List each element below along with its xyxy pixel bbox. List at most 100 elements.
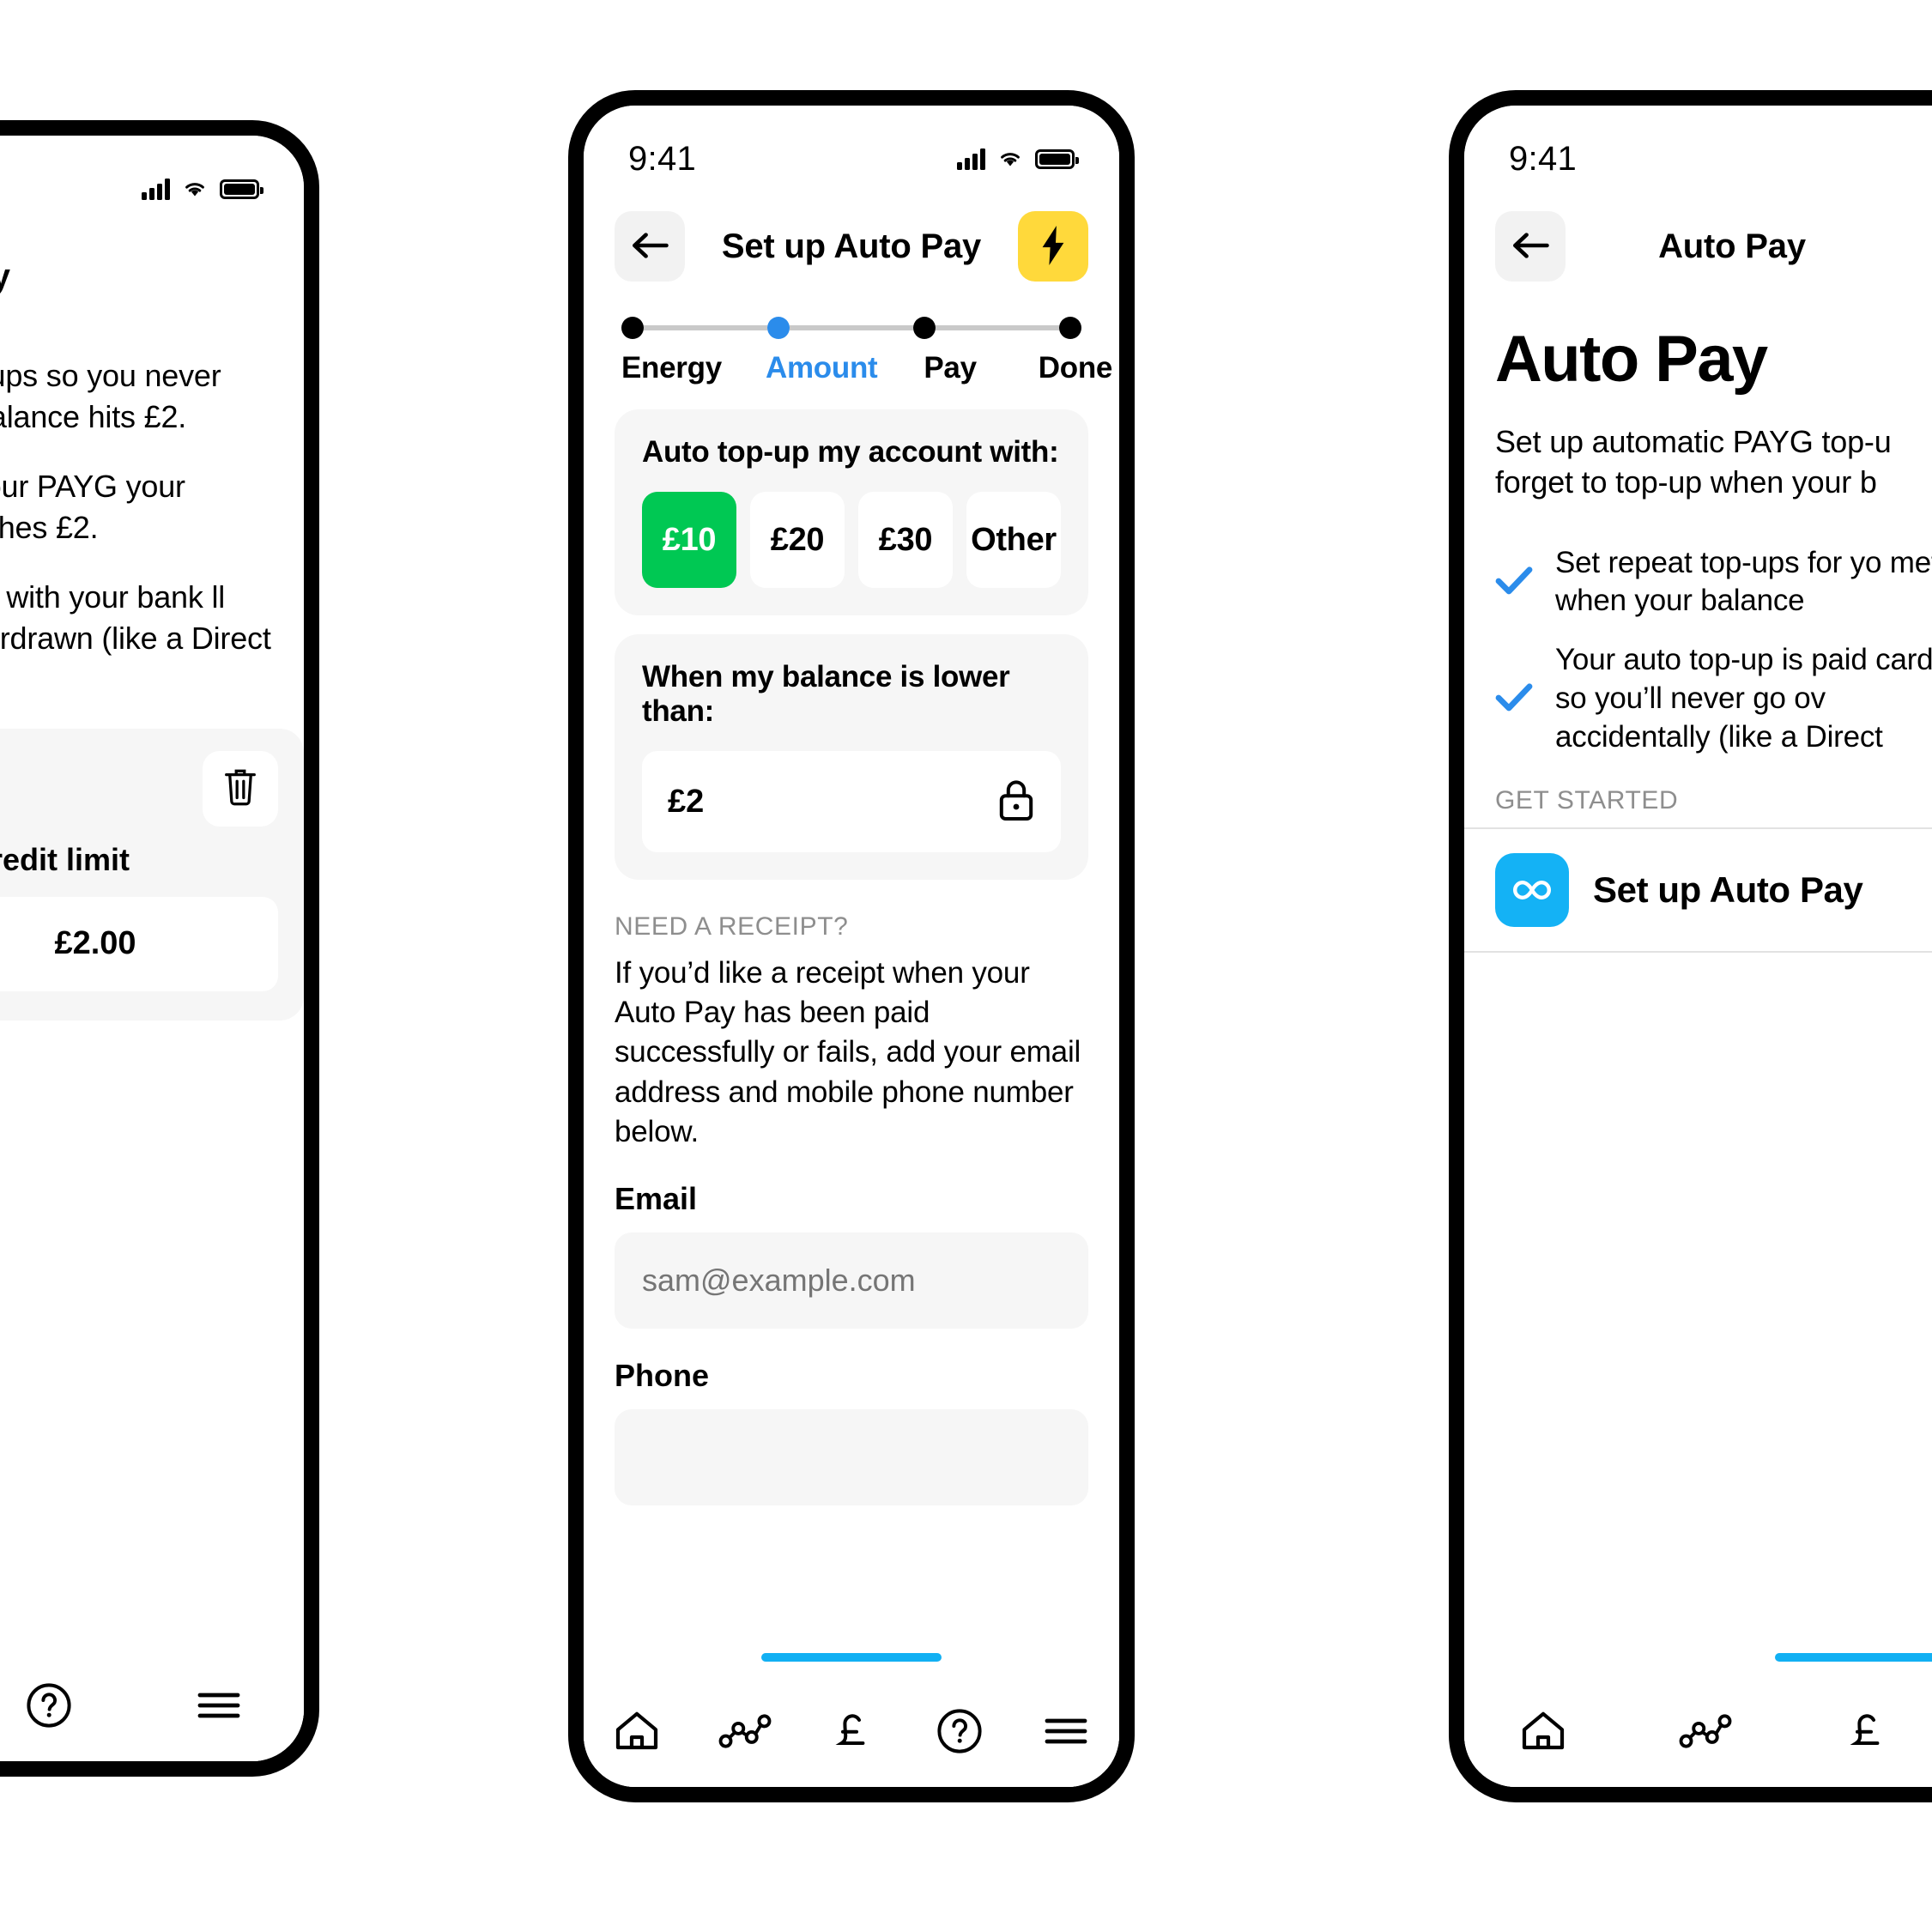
status-bar-right: 9:41 [1464, 106, 1932, 190]
infinity-icon [1495, 852, 1569, 927]
list-item-label: Your auto top-up is paid card, so you’ll… [1555, 643, 1932, 754]
balance-threshold-card: When my balance is lower than: £2 [615, 634, 1088, 880]
step-label-pay: Pay [924, 351, 977, 385]
lock-icon [997, 778, 1035, 827]
phone-left: 9:41 Auto Pay c PAYG top-ups so you neve… [0, 120, 319, 1777]
setup-stepper: Energy Amount Pay Done [584, 293, 1119, 391]
status-time-mid: 9:41 [628, 139, 697, 178]
status-bar-left: 9:41 [0, 136, 304, 220]
page-title-left: Auto Pay [0, 257, 304, 296]
nav-bar-mid: Set up Auto Pay [584, 190, 1119, 293]
sidebar-item-setup-auto-pay[interactable]: Set up Auto Pay [1464, 829, 1932, 951]
status-time-right: 9:41 [1509, 139, 1578, 178]
menu-icon[interactable] [1042, 1714, 1090, 1748]
topup-amount-title: Auto top-up my account with: [642, 435, 1059, 469]
status-icons-mid [957, 148, 1079, 170]
home-indicator-mid [761, 1653, 942, 1662]
step-dot-done[interactable] [1059, 317, 1081, 339]
email-input[interactable] [615, 1232, 1088, 1329]
amount-option-10[interactable]: £10 [642, 492, 736, 588]
trash-icon [221, 766, 260, 811]
step-line-3 [936, 325, 1059, 330]
arrow-left-icon [1511, 229, 1550, 264]
balance-threshold-title: When my balance is lower than: [642, 660, 1010, 728]
left-content: c PAYG top-ups so you never when your ba… [0, 323, 304, 1021]
receipt-section: NEED A RECEIPT? If you’d like a receipt … [584, 880, 1119, 1505]
bottom-bar-mid [584, 1653, 1119, 1787]
check-icon [1495, 682, 1533, 716]
cellular-signal-icon [142, 178, 170, 200]
credit-limit-value[interactable]: £2.00 [0, 896, 278, 991]
step-dot-energy[interactable] [621, 317, 644, 339]
benefit-list: Set repeat top-ups for yo meter when you… [1464, 503, 1932, 757]
check-icon [1495, 566, 1533, 599]
left-paragraph-2: op-ups for your PAYG your balance reache… [0, 469, 185, 545]
left-paragraph-1: c PAYG top-ups so you never when your ba… [0, 358, 221, 434]
credit-limit-label: Credit limit [0, 841, 130, 877]
back-button[interactable] [1495, 211, 1566, 282]
topup-amount-card: Auto top-up my account with: £10 £20 £30… [615, 409, 1088, 615]
list-item: Set repeat top-ups for yo meter when you… [1495, 544, 1932, 621]
arrow-left-icon [630, 229, 669, 264]
usage-chart-icon[interactable] [1679, 1712, 1732, 1750]
step-label-amount: Amount [766, 351, 878, 385]
nav-bar-right: Auto Pay [1464, 190, 1932, 293]
home-icon[interactable] [1519, 1708, 1567, 1754]
receipt-eyebrow: NEED A RECEIPT? [615, 912, 849, 941]
auto-pay-intro: Set up automatic PAYG top-u forget to to… [1495, 424, 1892, 500]
phone-mid-screen: 9:41 Set up Auto Pay Energy Amount Pay D… [584, 106, 1119, 1787]
tab-bar-left [0, 1650, 304, 1761]
home-indicator-right [1775, 1653, 1932, 1662]
boost-button[interactable] [1018, 211, 1088, 282]
amount-options: £10 £20 £30 Other [642, 492, 1061, 588]
menu-icon[interactable] [195, 1688, 243, 1723]
back-button[interactable] [615, 211, 685, 282]
wifi-icon [997, 148, 1023, 169]
tab-bar-right [1464, 1675, 1932, 1787]
balance-threshold-value: £2 [668, 783, 705, 820]
phone-mid: 9:41 Set up Auto Pay Energy Amount Pay D… [568, 90, 1135, 1802]
status-icons-left [142, 178, 263, 200]
cellular-signal-icon [957, 148, 985, 170]
lightning-bolt-icon [1039, 225, 1068, 268]
amount-option-30[interactable]: £30 [858, 492, 953, 588]
usage-chart-icon[interactable] [718, 1712, 772, 1750]
phone-left-screen: 9:41 Auto Pay c PAYG top-ups so you neve… [0, 136, 304, 1761]
email-label: Email [615, 1180, 698, 1216]
step-line-1 [644, 325, 767, 330]
step-dot-amount[interactable] [767, 317, 790, 339]
status-bar-mid: 9:41 [584, 106, 1119, 190]
phone-label: Phone [615, 1357, 710, 1393]
wifi-icon [182, 179, 208, 199]
step-label-done: Done [1038, 351, 1113, 385]
phone-input[interactable] [615, 1408, 1088, 1505]
phone-right-screen: 9:41 Auto Pay Auto Pay Set up automatic … [1464, 106, 1932, 1787]
list-item: Your auto top-up is paid card, so you’ll… [1495, 641, 1932, 756]
balance-threshold-field[interactable]: £2 [642, 751, 1061, 852]
auto-pay-heading: Auto Pay [1495, 323, 1768, 396]
nav-bar-left: Auto Pay [0, 220, 304, 323]
credit-limit-fields: £2.00 [0, 896, 278, 991]
delete-button[interactable] [203, 750, 278, 827]
amount-option-other[interactable]: Other [966, 492, 1061, 588]
left-paragraph-3: op-up is paid with your bank ll never go… [0, 579, 271, 656]
pound-icon[interactable] [1844, 1707, 1892, 1755]
battery-icon [1035, 148, 1079, 169]
get-started-label: GET STARTED [1495, 785, 1679, 815]
help-icon[interactable] [24, 1681, 74, 1730]
home-icon[interactable] [613, 1708, 661, 1754]
amount-option-20[interactable]: £20 [750, 492, 845, 588]
tab-bar-mid [584, 1675, 1119, 1787]
stepper-labels: Energy Amount Pay Done [621, 351, 1113, 385]
list-item-label: Set repeat top-ups for yo meter when you… [1555, 545, 1932, 618]
sidebar-item-label: Set up Auto Pay [1593, 869, 1863, 910]
stepper-dots [621, 317, 1081, 339]
pound-icon[interactable] [829, 1707, 877, 1755]
step-line-2 [790, 325, 913, 330]
screenshot-stage: 9:41 Auto Pay c PAYG top-ups so you neve… [0, 0, 1932, 1932]
divider [1464, 950, 1932, 953]
help-icon[interactable] [935, 1706, 984, 1756]
step-dot-pay[interactable] [913, 317, 936, 339]
receipt-body: If you’d like a receipt when your Auto P… [615, 956, 1081, 1148]
bottom-bar-right [1464, 1653, 1932, 1787]
